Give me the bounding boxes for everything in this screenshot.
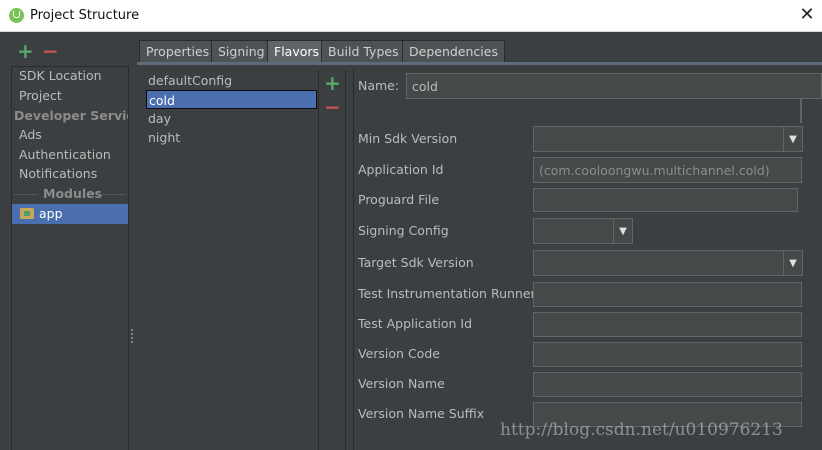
developer-services-header: Developer Servic... — [14, 108, 128, 123]
name-field[interactable]: cold — [406, 73, 822, 99]
tab-signing[interactable]: Signing — [211, 40, 272, 62]
application-id-placeholder: (com.cooloongwu.multichannel.cold) — [539, 163, 770, 178]
proguard-file-label: Proguard File — [358, 192, 440, 207]
application-id-label: Application Id — [358, 162, 444, 177]
splitter-handle[interactable] — [130, 328, 134, 344]
version-name-field[interactable] — [533, 372, 802, 397]
name-field-edge — [800, 99, 802, 123]
remove-module-icon[interactable]: − — [42, 41, 59, 61]
flavor-list: defaultConfig cold day night — [145, 70, 319, 450]
flavor-list-toolbar — [320, 70, 346, 450]
tab-build-types[interactable]: Build Types — [321, 40, 406, 62]
flavor-item-day[interactable]: day — [146, 109, 317, 128]
target-sdk-version-combo[interactable]: ▼ — [533, 250, 803, 276]
divider — [14, 194, 38, 195]
tab-strip-underline — [137, 62, 822, 65]
flavor-item-defaultconfig[interactable]: defaultConfig — [146, 71, 317, 90]
min-sdk-version-combo[interactable]: ▼ — [533, 126, 803, 152]
sidebar-item-project[interactable]: Project — [19, 86, 62, 106]
version-name-label: Version Name — [358, 376, 445, 391]
flavor-item-night[interactable]: night — [146, 128, 317, 147]
test-application-id-field[interactable] — [533, 312, 802, 337]
divider — [100, 194, 126, 195]
signing-config-combo[interactable]: ▼ — [533, 218, 633, 244]
window-title: Project Structure — [30, 8, 140, 23]
chevron-down-icon: ▼ — [783, 127, 802, 151]
sidebar-item-ads[interactable]: Ads — [19, 125, 42, 145]
test-instrumentation-runner-label: Test Instrumentation Runner — [358, 286, 536, 301]
target-sdk-version-label: Target Sdk Version — [358, 255, 474, 270]
application-id-field[interactable]: (com.cooloongwu.multichannel.cold) — [533, 157, 802, 183]
min-sdk-version-label: Min Sdk Version — [358, 131, 458, 146]
version-code-field[interactable] — [533, 342, 802, 367]
test-application-id-label: Test Application Id — [358, 316, 473, 331]
close-icon[interactable]: ✕ — [798, 5, 816, 25]
remove-flavor-icon[interactable]: − — [324, 97, 341, 117]
sidebar-item-authentication[interactable]: Authentication — [19, 145, 111, 165]
tab-dependencies[interactable]: Dependencies — [402, 40, 505, 62]
add-flavor-icon[interactable]: + — [324, 73, 341, 93]
module-sidebar: SDK Location Project Developer Servic...… — [11, 66, 129, 450]
chevron-down-icon: ▼ — [783, 251, 802, 275]
tab-properties[interactable]: Properties — [139, 40, 217, 62]
name-label: Name: — [358, 78, 400, 93]
tab-flavors[interactable]: Flavors — [267, 40, 327, 64]
sidebar-item-label: app — [39, 206, 63, 221]
signing-config-label: Signing Config — [358, 223, 449, 238]
chevron-down-icon: ▼ — [613, 219, 632, 243]
version-code-label: Version Code — [358, 346, 440, 361]
sidebar-item-app[interactable]: app — [12, 204, 128, 224]
version-name-suffix-label: Version Name Suffix — [358, 406, 485, 421]
test-instrumentation-runner-field[interactable] — [533, 282, 802, 307]
android-studio-icon — [9, 8, 24, 23]
sidebar-item-notifications[interactable]: Notifications — [19, 164, 97, 184]
flavor-item-cold[interactable]: cold — [146, 90, 317, 109]
watermark-text: http://blog.csdn.net/u010976213 — [500, 420, 783, 440]
module-folder-icon — [20, 208, 34, 219]
add-module-icon[interactable]: + — [17, 41, 34, 61]
modules-header: Modules — [43, 186, 103, 201]
name-field-value: cold — [412, 79, 438, 94]
proguard-file-field[interactable] — [533, 188, 798, 212]
title-bar: Project Structure ✕ — [0, 0, 822, 32]
sidebar-item-sdk-location[interactable]: SDK Location — [19, 66, 102, 86]
